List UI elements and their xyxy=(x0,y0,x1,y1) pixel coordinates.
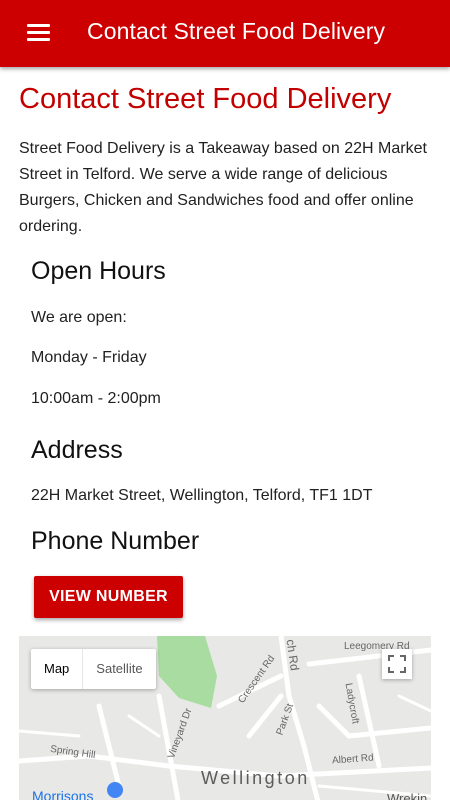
page-title: Contact Street Food Delivery xyxy=(19,83,392,115)
hamburger-menu-icon[interactable] xyxy=(27,24,50,42)
intro-paragraph: Street Food Delivery is a Takeaway based… xyxy=(19,140,427,235)
shopping-cart-icon[interactable] xyxy=(107,782,123,798)
map-poi-label[interactable]: Morrisons xyxy=(32,788,93,800)
view-number-button[interactable]: VIEW NUMBER xyxy=(34,576,183,618)
phone-heading: Phone Number xyxy=(31,527,200,555)
open-hours-line: 10:00am - 2:00pm xyxy=(31,390,161,407)
open-hours-line: We are open: xyxy=(31,309,127,326)
fullscreen-icon[interactable] xyxy=(382,649,412,679)
app-bar: Contact Street Food Delivery xyxy=(0,0,450,67)
location-map[interactable]: Leegomery Rd ch Rd Crescent Rd Ladycroft… xyxy=(19,636,431,800)
open-hours-heading: Open Hours xyxy=(31,257,166,285)
map-type-map-button[interactable]: Map xyxy=(31,649,84,689)
map-place-label: Wrekin Co xyxy=(387,791,431,800)
address-heading: Address xyxy=(31,436,123,464)
map-town-label: Wellington xyxy=(201,768,310,788)
map-type-control: Map Satellite xyxy=(31,649,156,689)
map-type-satellite-button[interactable]: Satellite xyxy=(83,649,155,689)
address-text: 22H Market Street, Wellington, Telford, … xyxy=(31,487,373,504)
app-bar-title: Contact Street Food Delivery xyxy=(87,18,386,44)
open-hours-line: Monday - Friday xyxy=(31,349,147,366)
map-park-area xyxy=(157,636,217,708)
